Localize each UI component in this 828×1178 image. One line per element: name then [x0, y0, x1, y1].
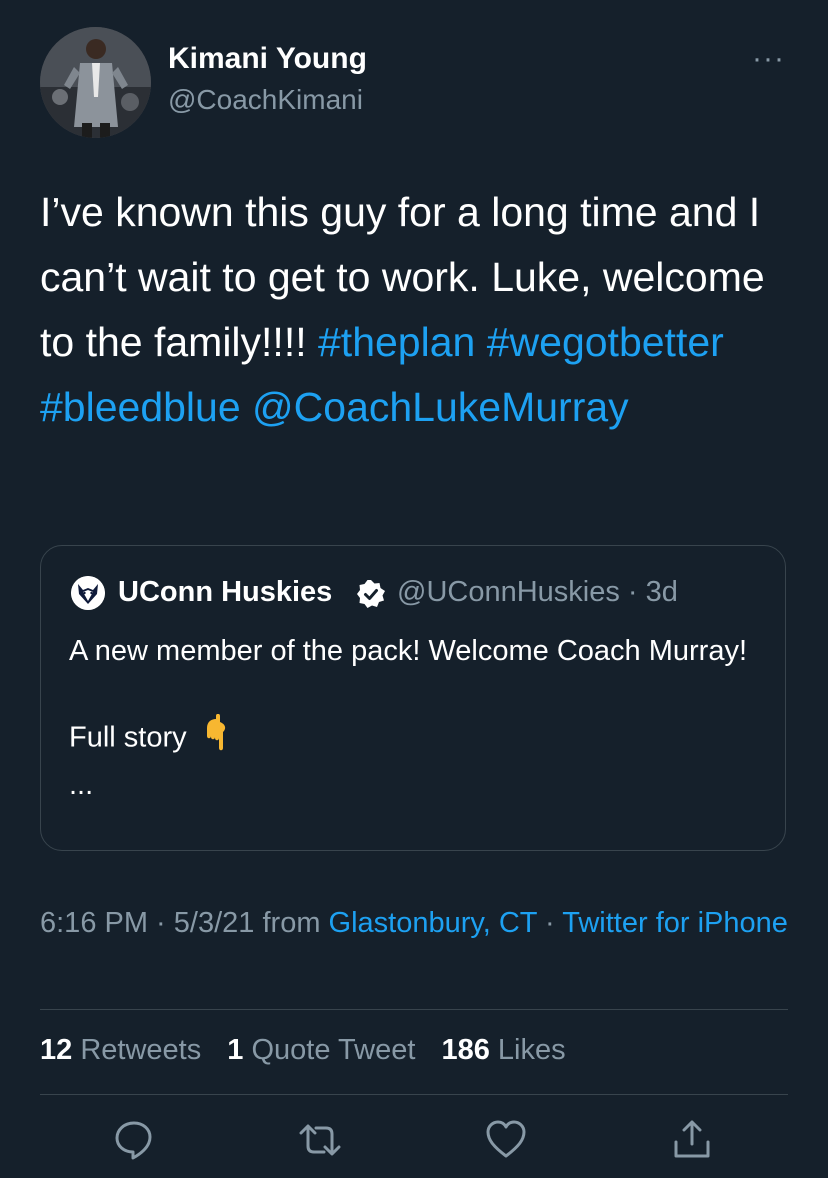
quote-tweets-stat[interactable]: 1 Quote Tweet	[227, 1034, 415, 1066]
avatar-image	[40, 27, 151, 138]
uconn-huskies-logo-icon	[71, 576, 105, 610]
reply-icon[interactable]	[112, 1118, 156, 1162]
author-handle[interactable]: @CoachKimani	[168, 84, 363, 116]
retweet-icon[interactable]	[298, 1118, 342, 1162]
like-icon[interactable]	[484, 1118, 528, 1162]
quoted-text: A new member of the pack! Welcome Coach …	[69, 630, 769, 806]
retweets-count: 12	[40, 1034, 73, 1066]
quoted-ellipsis: ...	[69, 769, 94, 801]
quotes-count: 1	[227, 1034, 244, 1066]
meta-separator: ·	[537, 907, 563, 939]
meta-separator: ·	[148, 907, 174, 939]
quoted-handle-time: @UConnHuskies · 3d	[397, 576, 678, 608]
tweet-date: 5/3/21	[173, 907, 255, 939]
tweet-text: I’ve known this guy for a long time and …	[40, 180, 800, 440]
share-icon[interactable]	[670, 1118, 714, 1162]
tweet-stats: 12 Retweets 1 Quote Tweet 186 Likes	[40, 1034, 584, 1067]
tweet-metadata: 6:16 PM · 5/3/21 from Glastonbury, CT · …	[40, 902, 800, 945]
mention-coachlukemurray[interactable]: @CoachLukeMurray	[252, 384, 629, 430]
more-options-icon[interactable]: ···	[752, 44, 785, 74]
retweets-label: Retweets	[80, 1034, 202, 1066]
author-name[interactable]: Kimani Young	[168, 42, 367, 76]
meta-from: from	[254, 907, 329, 939]
quoted-tweet[interactable]: UConn Huskies @UConnHuskies · 3d A new m…	[40, 545, 786, 851]
retweets-stat[interactable]: 12 Retweets	[40, 1034, 201, 1066]
divider	[40, 1094, 788, 1095]
tweet-time: 6:16 PM	[40, 907, 148, 939]
likes-count: 186	[441, 1034, 490, 1066]
tweet-location-link[interactable]: Glastonbury, CT	[329, 907, 537, 939]
hashtag-wegotbetter[interactable]: #wegotbetter	[487, 319, 724, 365]
quotes-label: Quote Tweet	[251, 1034, 416, 1066]
divider	[40, 1009, 788, 1010]
verified-badge-icon	[356, 579, 386, 609]
avatar[interactable]	[40, 27, 151, 138]
pointing-down-hand-icon	[201, 713, 231, 764]
hashtag-theplan[interactable]: #theplan	[318, 319, 475, 365]
quoted-body: A new member of the pack! Welcome Coach …	[69, 635, 748, 754]
quoted-author-name[interactable]: UConn Huskies	[118, 576, 332, 609]
likes-label: Likes	[497, 1034, 566, 1066]
tweet-actions	[0, 1118, 828, 1164]
hashtag-bleedblue[interactable]: #bleedblue	[40, 384, 241, 430]
likes-stat[interactable]: 186 Likes	[441, 1034, 565, 1066]
tweet-client-link[interactable]: Twitter for iPhone	[562, 907, 788, 939]
